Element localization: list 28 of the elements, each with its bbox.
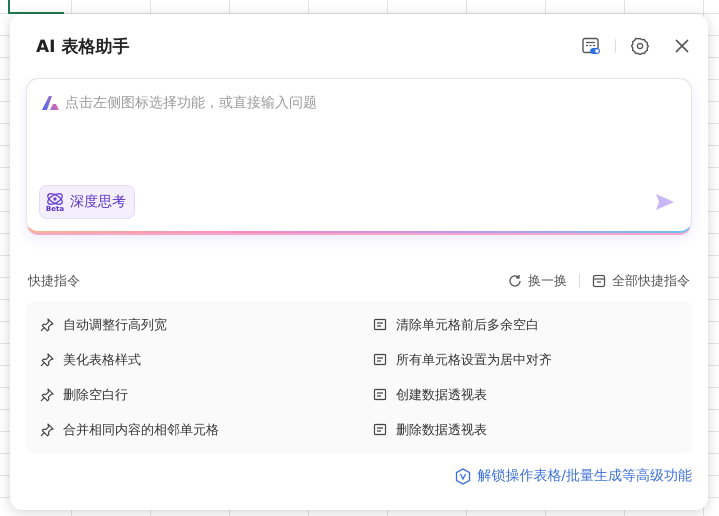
message-icon xyxy=(373,422,387,436)
message-icon xyxy=(373,388,387,402)
settings-icon[interactable] xyxy=(630,36,650,56)
window-title: AI 表格助手 xyxy=(36,36,130,58)
logo-icon xyxy=(41,95,61,111)
command-item[interactable]: 清除单元格前后多余空白 xyxy=(359,307,692,342)
command-item[interactable]: 合并相同内容的相邻单元格 xyxy=(26,412,359,447)
unlock-link[interactable]: 解锁操作表格/批量生成等高级功能 xyxy=(455,467,692,485)
pin-icon xyxy=(40,388,54,402)
section-title: 快捷指令 xyxy=(28,273,80,290)
command-item[interactable]: 美化表格样式 xyxy=(26,342,359,377)
shield-icon xyxy=(455,468,472,484)
refresh-icon xyxy=(508,274,522,288)
pin-icon xyxy=(40,352,54,366)
keyboard-toggle-icon[interactable] xyxy=(581,36,601,56)
pin-icon xyxy=(40,318,54,332)
close-icon[interactable] xyxy=(674,38,690,54)
list-icon xyxy=(592,274,606,288)
pin-icon xyxy=(40,422,54,436)
command-item[interactable]: 自动调整行高列宽 xyxy=(26,307,359,342)
refresh-button[interactable]: 换一换 xyxy=(508,272,567,290)
message-icon xyxy=(373,352,387,366)
command-item[interactable]: 创建数据透视表 xyxy=(359,377,692,412)
command-item[interactable]: 删除空白行 xyxy=(26,377,359,412)
command-item[interactable]: 删除数据透视表 xyxy=(359,412,692,447)
message-icon xyxy=(373,318,387,332)
command-item[interactable]: 所有单元格设置为居中对齐 xyxy=(359,342,692,377)
all-commands-button[interactable]: 全部快捷指令 xyxy=(592,272,690,290)
